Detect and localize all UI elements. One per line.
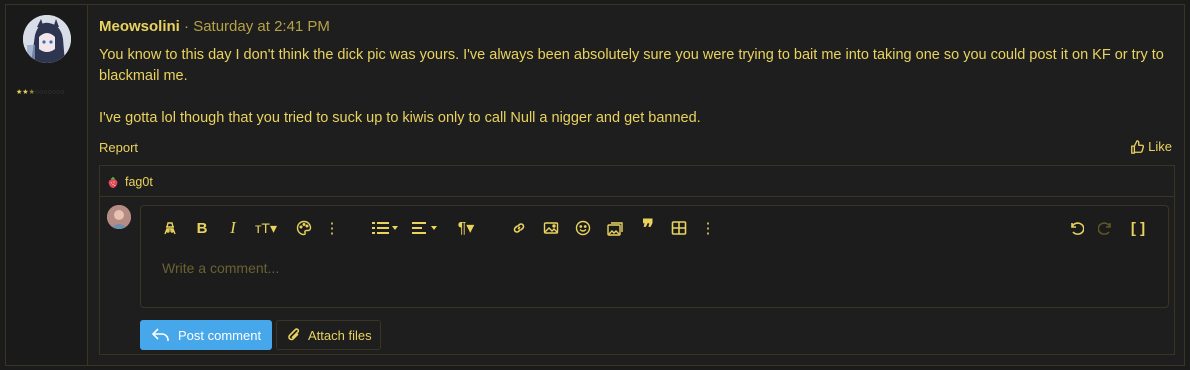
post-meta: Meowsolini · Saturday at 2:41 PM bbox=[99, 18, 330, 35]
bbcode-icon[interactable]: [ ] bbox=[1128, 218, 1148, 238]
strawberry-icon bbox=[106, 175, 120, 189]
post-paragraph: I've gotta lol though that you tried to … bbox=[99, 110, 701, 126]
post-container: ★★★○○○○○○○ Meowsolini · Saturday at 2:41… bbox=[5, 4, 1185, 366]
quote-icon[interactable]: ❞ bbox=[638, 217, 658, 239]
like-button[interactable]: Like bbox=[1130, 139, 1172, 154]
post-timestamp[interactable]: Saturday at 2:41 PM bbox=[193, 18, 330, 35]
smilie-icon[interactable] bbox=[574, 218, 592, 238]
meta-separator: · bbox=[184, 18, 190, 35]
reactions-bar: fag0t bbox=[99, 165, 1175, 197]
thumbs-up-icon bbox=[1130, 139, 1145, 154]
spoiler-icon[interactable] bbox=[161, 218, 179, 238]
media-icon[interactable] bbox=[606, 218, 626, 238]
reaction-item[interactable]: fag0t bbox=[106, 175, 153, 189]
reaction-user[interactable]: fag0t bbox=[125, 175, 153, 189]
comment-editor[interactable]: B I тT▾ ⋮ ¶▾ ❞ ⋮ [] Write a comment... bbox=[140, 205, 1169, 308]
comment-input-placeholder[interactable]: Write a comment... bbox=[162, 260, 279, 276]
post-body: You know to this day I don't think the d… bbox=[99, 45, 1174, 129]
align-icon[interactable] bbox=[411, 218, 441, 238]
bold-icon[interactable]: B bbox=[193, 218, 211, 238]
username-link[interactable]: Meowsolini bbox=[99, 18, 180, 35]
attach-files-label: Attach files bbox=[308, 327, 372, 343]
table-icon[interactable] bbox=[670, 218, 688, 238]
text-size-icon[interactable]: тT▾ bbox=[249, 218, 283, 238]
palette-icon[interactable] bbox=[295, 218, 313, 238]
avatar[interactable] bbox=[23, 15, 71, 63]
commenter-avatar bbox=[107, 205, 131, 229]
paperclip-icon bbox=[287, 327, 301, 343]
post-comment-label: Post comment bbox=[178, 327, 262, 343]
italic-icon[interactable]: I bbox=[224, 218, 242, 238]
user-column: ★★★○○○○○○○ bbox=[6, 5, 88, 365]
paragraph-icon[interactable]: ¶▾ bbox=[451, 218, 481, 238]
more-icon[interactable]: ⋮ bbox=[325, 218, 340, 238]
like-label: Like bbox=[1148, 139, 1172, 154]
post-main: Meowsolini · Saturday at 2:41 PM You kno… bbox=[99, 5, 1184, 365]
undo-icon[interactable] bbox=[1066, 218, 1086, 238]
report-link[interactable]: Report bbox=[99, 140, 138, 155]
editor-toolbar: B I тT▾ ⋮ ¶▾ ❞ ⋮ [] bbox=[141, 206, 1168, 250]
attach-files-button[interactable]: Attach files bbox=[276, 320, 381, 350]
reply-icon bbox=[152, 328, 170, 342]
post-paragraph: You know to this day I don't think the d… bbox=[99, 47, 1164, 84]
post-comment-button[interactable]: Post comment bbox=[140, 320, 272, 350]
comment-box: B I тT▾ ⋮ ¶▾ ❞ ⋮ [] Write a comment... … bbox=[99, 196, 1175, 355]
user-rating-stars: ★★★○○○○○○○ bbox=[16, 89, 65, 96]
link-icon[interactable] bbox=[510, 218, 528, 238]
list-icon[interactable] bbox=[371, 218, 401, 238]
image-icon[interactable] bbox=[542, 218, 560, 238]
more-icon[interactable]: ⋮ bbox=[701, 218, 716, 238]
redo-icon bbox=[1096, 218, 1116, 238]
